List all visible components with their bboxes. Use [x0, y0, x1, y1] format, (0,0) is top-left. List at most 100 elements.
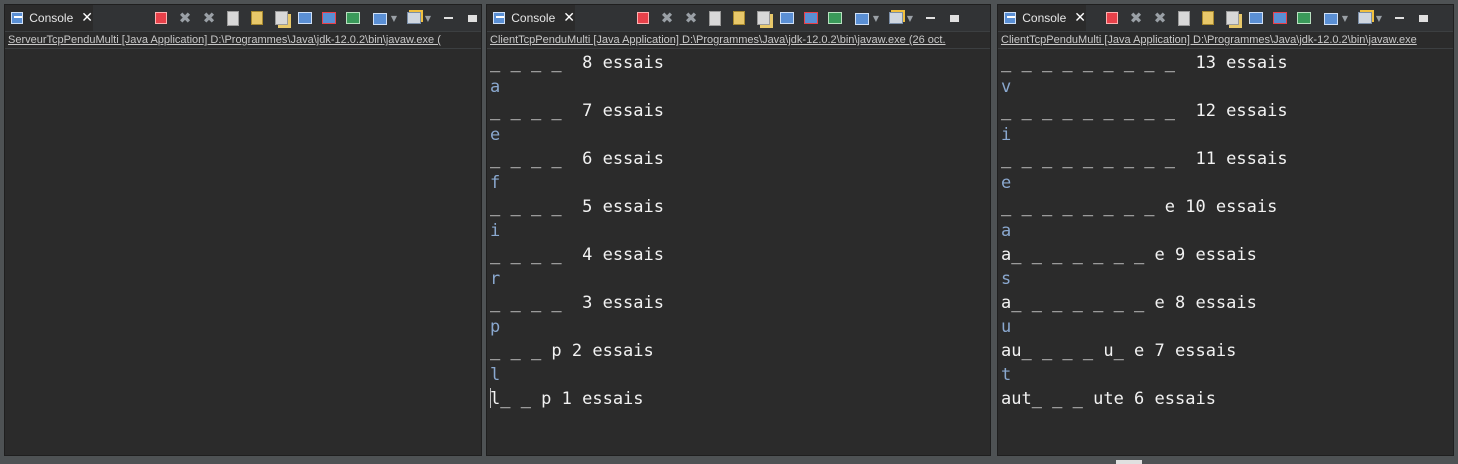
- scroll-lock-icon[interactable]: [249, 10, 265, 26]
- show-on-stderr-icon[interactable]: [321, 10, 337, 26]
- input-line: i: [490, 221, 501, 241]
- output-line: _ _ _ _ 7 essais: [490, 101, 664, 121]
- console-toolbar: ✖ ✖ ▼ ▼: [1104, 9, 1439, 27]
- clear-console-icon[interactable]: [707, 10, 723, 26]
- show-on-stderr-icon[interactable]: [1272, 10, 1288, 26]
- terminate-icon[interactable]: [1104, 10, 1120, 26]
- tab-bar: Console ✕ ✖ ✖ ▼ ▼: [5, 5, 481, 32]
- output-line: a_ _ _ _ _ _ _ e 8 essais: [1001, 293, 1257, 313]
- clear-console-icon[interactable]: [1176, 10, 1192, 26]
- chevron-down-icon[interactable]: ▼: [1375, 10, 1383, 26]
- tab-console[interactable]: Console ✕: [5, 5, 93, 31]
- tab-bar: Console ✕ ✖ ✖ ▼ ▼: [487, 5, 990, 32]
- process-label: ClientTcpPenduMulti [Java Application] D…: [998, 32, 1453, 49]
- tab-console[interactable]: Console ✕: [998, 5, 1086, 31]
- console-output[interactable]: [5, 49, 481, 51]
- open-console-icon[interactable]: [1320, 9, 1339, 27]
- input-line: e: [490, 125, 501, 145]
- open-console-icon[interactable]: [369, 9, 388, 27]
- minimize-icon[interactable]: [1391, 10, 1407, 26]
- display-selected-console-icon[interactable]: [827, 10, 843, 26]
- clear-console-icon[interactable]: [225, 10, 241, 26]
- new-console-icon[interactable]: [1357, 10, 1373, 26]
- output-line: aut_ _ _ ute 6 essais: [1001, 389, 1216, 409]
- console-panel-client-2: Console ✕ ✖ ✖ ▼ ▼ ClientTcpPenduMulti [J…: [997, 4, 1454, 456]
- open-console-icon[interactable]: [851, 9, 870, 27]
- output-line: _ _ _ _ 4 essais: [490, 245, 664, 265]
- console-panel-client-1: Console ✕ ✖ ✖ ▼ ▼ ClientTcpPenduMulti [J…: [486, 4, 991, 456]
- minimize-icon[interactable]: [922, 10, 938, 26]
- output-line: _ _ _ _ _ _ _ _ _ 11 essais: [1001, 149, 1288, 169]
- output-line: l_ _ p 1 essais: [490, 389, 644, 409]
- scroll-lock-icon[interactable]: [1200, 10, 1216, 26]
- tab-label: Console: [1022, 11, 1067, 25]
- pin-console-icon[interactable]: [755, 10, 771, 26]
- chevron-down-icon[interactable]: ▼: [872, 10, 880, 26]
- new-console-icon[interactable]: [406, 10, 422, 26]
- input-line: e: [1001, 173, 1012, 193]
- text-caret: [490, 388, 491, 408]
- show-on-stderr-icon[interactable]: [803, 10, 819, 26]
- chevron-down-icon[interactable]: ▼: [1341, 10, 1349, 26]
- output-line: _ _ _ _ _ _ _ _ _ 13 essais: [1001, 53, 1288, 73]
- console-output[interactable]: _ _ _ _ 8 essais a _ _ _ _ 7 essais e _ _ _ …: [487, 49, 990, 411]
- show-on-stdout-icon[interactable]: [1248, 10, 1264, 26]
- remove-all-terminated-icon[interactable]: ✖: [201, 9, 217, 27]
- remove-launch-icon[interactable]: ✖: [659, 9, 675, 27]
- maximize-icon[interactable]: [946, 10, 962, 26]
- input-line: s: [1001, 269, 1012, 289]
- close-icon[interactable]: ✕: [1074, 10, 1086, 26]
- output-line: _ _ _ _ 3 essais: [490, 293, 664, 313]
- output-line: au_ _ _ _ u_ e 7 essais: [1001, 341, 1237, 361]
- new-console-icon[interactable]: [888, 10, 904, 26]
- output-line: a_ _ _ _ _ _ _ e 9 essais: [1001, 245, 1257, 265]
- show-on-stdout-icon[interactable]: [779, 10, 795, 26]
- console-toolbar: ✖ ✖ ▼ ▼: [635, 9, 970, 27]
- input-line: u: [1001, 317, 1012, 337]
- remove-all-terminated-icon[interactable]: ✖: [1152, 9, 1168, 27]
- close-icon[interactable]: ✕: [81, 10, 93, 26]
- show-on-stdout-icon[interactable]: [297, 10, 313, 26]
- process-label: ServeurTcpPenduMulti [Java Application] …: [5, 32, 481, 49]
- console-icon: [1004, 12, 1017, 24]
- console-toolbar: ✖ ✖ ▼ ▼: [153, 9, 481, 27]
- remove-all-terminated-icon[interactable]: ✖: [683, 9, 699, 27]
- minimize-icon[interactable]: [440, 10, 456, 26]
- console-icon: [493, 12, 506, 24]
- pin-console-icon[interactable]: [1224, 10, 1240, 26]
- scroll-handle[interactable]: [1116, 460, 1142, 464]
- input-line: p: [490, 317, 501, 337]
- chevron-down-icon[interactable]: ▼: [390, 10, 398, 26]
- remove-launch-icon[interactable]: ✖: [1128, 9, 1144, 27]
- maximize-icon[interactable]: [464, 10, 480, 26]
- input-line: i: [1001, 125, 1012, 145]
- tab-console[interactable]: Console ✕: [487, 5, 575, 31]
- input-line: r: [490, 269, 501, 289]
- console-icon: [11, 12, 24, 24]
- console-panel-server: Console ✕ ✖ ✖ ▼ ▼ ServeurTcpPenduMulti […: [4, 4, 482, 456]
- terminate-icon[interactable]: [153, 10, 169, 26]
- tab-bar: Console ✕ ✖ ✖ ▼ ▼: [998, 5, 1453, 32]
- chevron-down-icon[interactable]: ▼: [424, 10, 432, 26]
- input-line: v: [1001, 77, 1012, 97]
- terminate-icon[interactable]: [635, 10, 651, 26]
- scroll-lock-icon[interactable]: [731, 10, 747, 26]
- output-line: _ _ _ _ 5 essais: [490, 197, 664, 217]
- output-line: _ _ _ _ 8 essais: [490, 53, 664, 73]
- tab-label: Console: [511, 11, 556, 25]
- output-line: _ _ _ _ _ _ _ _ e 10 essais: [1001, 197, 1278, 217]
- tab-label: Console: [29, 11, 74, 25]
- input-line: f: [490, 173, 501, 193]
- display-selected-console-icon[interactable]: [1296, 10, 1312, 26]
- display-selected-console-icon[interactable]: [345, 10, 361, 26]
- chevron-down-icon[interactable]: ▼: [906, 10, 914, 26]
- output-line: _ _ _ _ _ _ _ _ _ 12 essais: [1001, 101, 1288, 121]
- maximize-icon[interactable]: [1415, 10, 1431, 26]
- remove-launch-icon[interactable]: ✖: [177, 9, 193, 27]
- output-line: _ _ _ p 2 essais: [490, 341, 654, 361]
- pin-console-icon[interactable]: [273, 10, 289, 26]
- output-line: _ _ _ _ 6 essais: [490, 149, 664, 169]
- console-output[interactable]: _ _ _ _ _ _ _ _ _ 13 essais v _ _ _ _ _ _ …: [998, 49, 1453, 411]
- close-icon[interactable]: ✕: [563, 10, 575, 26]
- input-line: l: [490, 365, 501, 385]
